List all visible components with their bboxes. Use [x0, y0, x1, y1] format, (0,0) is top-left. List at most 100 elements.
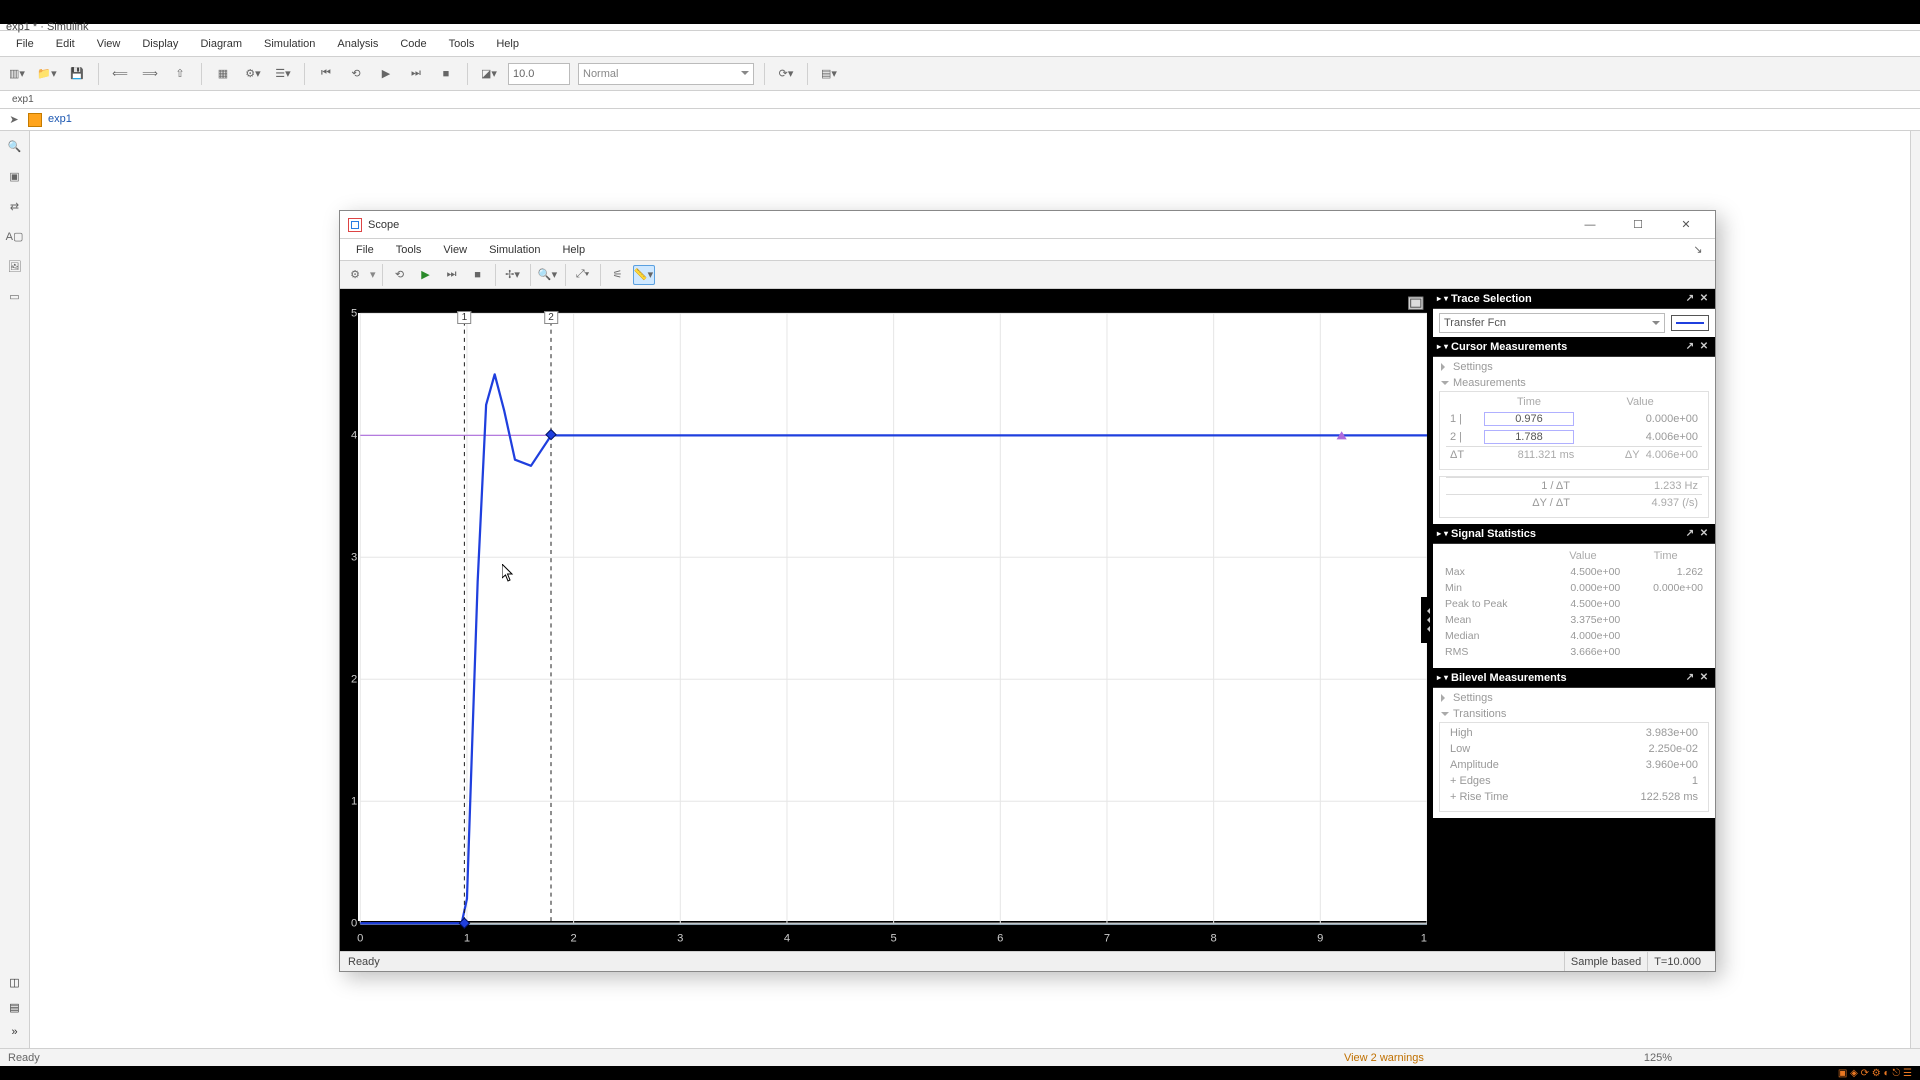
scope-window[interactable]: Scope — ☐ ✕ File Tools View Simulation H… — [339, 210, 1716, 972]
tab-strip: exp1 — [0, 91, 1920, 109]
annotate-icon[interactable]: A▢ — [6, 227, 24, 245]
bilevel-settings-expander[interactable]: Settings — [1441, 690, 1707, 706]
simulink-toolbar: ▥▾ 📁▾ 💾 ⟸ ⟹ ⇧ ▦ ⚙▾ ☰▾ ⏮ ⟲ ▶ ⏭ ■ ◪▾ Norma… — [0, 57, 1920, 91]
fwd-button[interactable]: ⟹ — [139, 63, 161, 85]
panel-pin-icon[interactable]: ↗ — [1683, 671, 1697, 685]
panel-bilevel-header[interactable]: ▸▾ Bilevel Measurements ↗ ✕ — [1433, 668, 1715, 688]
scope-stop-button[interactable]: ■ — [467, 265, 489, 285]
scope-titlebar[interactable]: Scope — ☐ ✕ — [340, 211, 1715, 239]
scope-step-button[interactable]: ⏭ — [441, 265, 463, 285]
cursor-2-label[interactable]: 2 — [544, 311, 558, 324]
model-cfg-button[interactable]: ⚙▾ — [242, 63, 264, 85]
trace-color-swatch[interactable] — [1671, 315, 1709, 331]
sim-time-input[interactable] — [508, 63, 570, 85]
view2-icon[interactable]: ▤ — [9, 1001, 19, 1014]
panel-close-icon[interactable]: ✕ — [1697, 340, 1711, 354]
breadcrumb[interactable]: exp1 — [48, 113, 72, 126]
cursor-settings-expander[interactable]: Settings — [1441, 359, 1707, 375]
fast-restart-button[interactable]: ⟳▾ — [775, 63, 797, 85]
scope-title: Scope — [368, 219, 399, 231]
svg-text:5: 5 — [891, 933, 897, 945]
svg-text:2: 2 — [571, 933, 577, 945]
scope-menu-tools[interactable]: Tools — [386, 241, 432, 259]
menu-file[interactable]: File — [6, 34, 44, 54]
panel-pin-icon[interactable]: ↗ — [1683, 340, 1697, 354]
bilevel-trans-expander[interactable]: Transitions — [1441, 706, 1707, 722]
panel-trace: ▸▾ Trace Selection ↗ ✕ Transfer Fcn — [1433, 289, 1715, 337]
panel-close-icon[interactable]: ✕ — [1697, 292, 1711, 306]
minimize-button[interactable]: — — [1569, 213, 1611, 237]
panel-collapse-handle[interactable] — [1421, 597, 1433, 643]
menu-diagram[interactable]: Diagram — [190, 34, 252, 54]
scope-plot[interactable]: 012345678910012345 1 2 — [340, 289, 1433, 951]
scope-find-button[interactable]: ✢▾ — [502, 265, 524, 285]
scope-restart-button[interactable]: ⟲ — [389, 265, 411, 285]
scope-zoom-button[interactable]: 🔍▾ — [537, 265, 559, 285]
cursor1-time-input[interactable]: 0.976 — [1484, 412, 1575, 426]
menu-view[interactable]: View — [87, 34, 131, 54]
rotate-icon[interactable]: ⇄ — [6, 197, 24, 215]
panel-trace-header[interactable]: ▸▾ Trace Selection ↗ ✕ — [1433, 289, 1715, 309]
simulink-titlebar: exp1 * · Simulink — [0, 24, 1920, 31]
panel-pin-icon[interactable]: ↗ — [1683, 527, 1697, 541]
panel-stats-header[interactable]: ▸▾ Signal Statistics ↗ ✕ — [1433, 524, 1715, 544]
scope-run-button[interactable]: ▶ — [415, 265, 437, 285]
svg-text:3: 3 — [677, 933, 683, 945]
fit-icon[interactable]: ▣ — [6, 167, 24, 185]
scope-menu-help[interactable]: Help — [552, 241, 595, 259]
cursor-meas-expander[interactable]: Measurements — [1441, 375, 1707, 391]
back-button[interactable]: ⟸ — [109, 63, 131, 85]
scope-menu-sim[interactable]: Simulation — [479, 241, 550, 259]
tab-exp1[interactable]: exp1 — [6, 92, 40, 107]
menu-help[interactable]: Help — [486, 34, 529, 54]
new-button[interactable]: ▥▾ — [6, 63, 28, 85]
nav-arrow-icon[interactable]: ➤ — [6, 112, 22, 128]
up-button[interactable]: ⇧ — [169, 63, 191, 85]
menu-analysis[interactable]: Analysis — [327, 34, 388, 54]
cursor2-time-input[interactable]: 1.788 — [1484, 430, 1575, 444]
step-fwd-button[interactable]: ⏭ — [405, 63, 427, 85]
open-button[interactable]: 📁▾ — [36, 63, 58, 85]
sim-mode-select[interactable]: Normal — [578, 63, 754, 85]
step-back2-button[interactable]: ⟲ — [345, 63, 367, 85]
panel-cursor-header[interactable]: ▸▾ Cursor Measurements ↗ ✕ — [1433, 337, 1715, 357]
panel-bilevel-title: Bilevel Measurements — [1451, 672, 1567, 684]
panel-pin-icon[interactable]: ↗ — [1683, 292, 1697, 306]
record-button[interactable]: ◪▾ — [478, 63, 500, 85]
menu-tools[interactable]: Tools — [439, 34, 485, 54]
scope-menu-view[interactable]: View — [433, 241, 477, 259]
menu-edit[interactable]: Edit — [46, 34, 85, 54]
expand-icon[interactable]: » — [11, 1026, 17, 1038]
run-button[interactable]: ▶ — [375, 63, 397, 85]
stop-btn[interactable]: ■ — [435, 63, 457, 85]
scope-spectrum-button[interactable]: ▤▾ — [818, 63, 840, 85]
scope-menu-file[interactable]: File — [346, 241, 384, 259]
scope-trigger-button[interactable]: ⚟ — [607, 265, 629, 285]
save-button[interactable]: 💾 — [66, 63, 88, 85]
menu-display[interactable]: Display — [132, 34, 188, 54]
library-button[interactable]: ▦ — [212, 63, 234, 85]
scope-statusbar: Ready Sample based T=10.000 — [340, 951, 1715, 971]
scope-scale-button[interactable]: ⤢▾ — [572, 265, 594, 285]
scope-measure-button[interactable]: 📏▾ — [633, 265, 655, 285]
area-icon[interactable]: ▭ — [6, 287, 24, 305]
menu-simulation[interactable]: Simulation — [254, 34, 325, 54]
close-button[interactable]: ✕ — [1665, 213, 1707, 237]
view1-icon[interactable]: ◫ — [9, 976, 19, 989]
panel-close-icon[interactable]: ✕ — [1697, 671, 1711, 685]
status-zoom[interactable]: 125% — [1644, 1052, 1672, 1064]
svg-text:7: 7 — [1104, 933, 1110, 945]
trace-signal-select[interactable]: Transfer Fcn — [1439, 313, 1665, 333]
image-icon[interactable]: 🖼 — [6, 257, 24, 275]
step-back-button[interactable]: ⏮ — [315, 63, 337, 85]
status-center[interactable]: View 2 warnings — [1344, 1052, 1424, 1064]
scope-dock-button[interactable]: ↘ — [1687, 239, 1709, 261]
maximize-button[interactable]: ☐ — [1617, 213, 1659, 237]
model-explorer-button[interactable]: ☰▾ — [272, 63, 294, 85]
scope-icon — [348, 218, 362, 232]
configure-button[interactable]: ⚙ — [344, 265, 366, 285]
panel-close-icon[interactable]: ✕ — [1697, 527, 1711, 541]
zoom-icon[interactable]: 🔍 — [6, 137, 24, 155]
cursor-1-label[interactable]: 1 — [458, 311, 472, 324]
menu-code[interactable]: Code — [390, 34, 436, 54]
